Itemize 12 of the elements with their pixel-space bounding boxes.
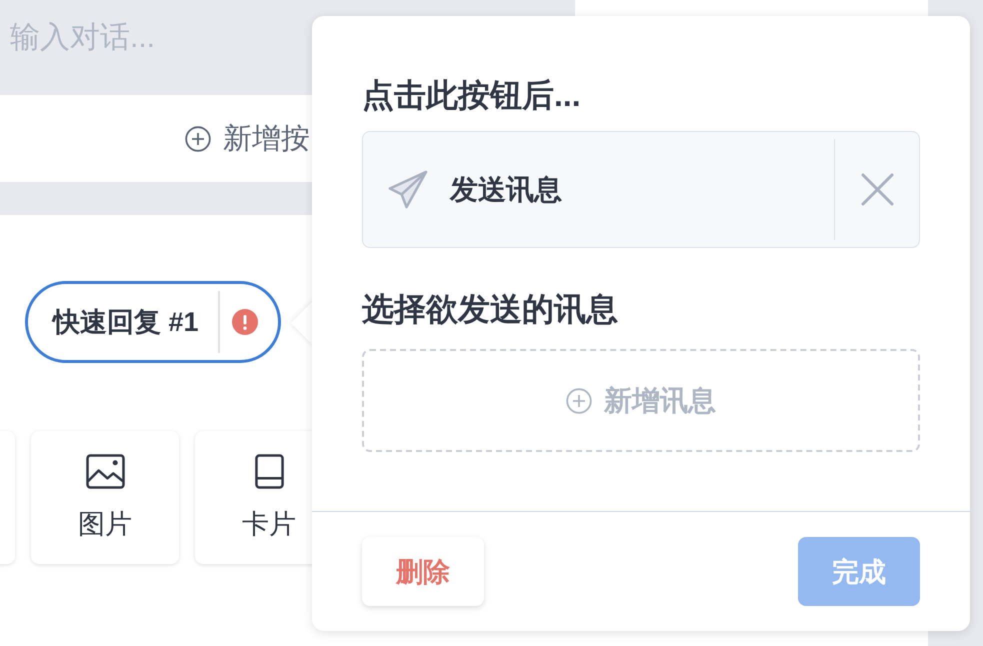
quick-reply-chip[interactable]: 快速回复 #1: [25, 281, 281, 363]
plus-circle-icon: [185, 126, 211, 152]
image-icon: [86, 454, 124, 489]
card-icon: [254, 454, 284, 489]
add-button[interactable]: 新增按: [185, 122, 310, 156]
delete-button[interactable]: 删除: [362, 537, 484, 606]
action-label: 发送讯息: [450, 172, 562, 206]
plus-circle-icon: [566, 388, 592, 414]
close-icon[interactable]: [860, 173, 894, 206]
send-icon: [387, 169, 428, 210]
message-type-card[interactable]: 图片: [31, 431, 179, 564]
section-title: 选择欲发送的讯息: [362, 292, 618, 326]
